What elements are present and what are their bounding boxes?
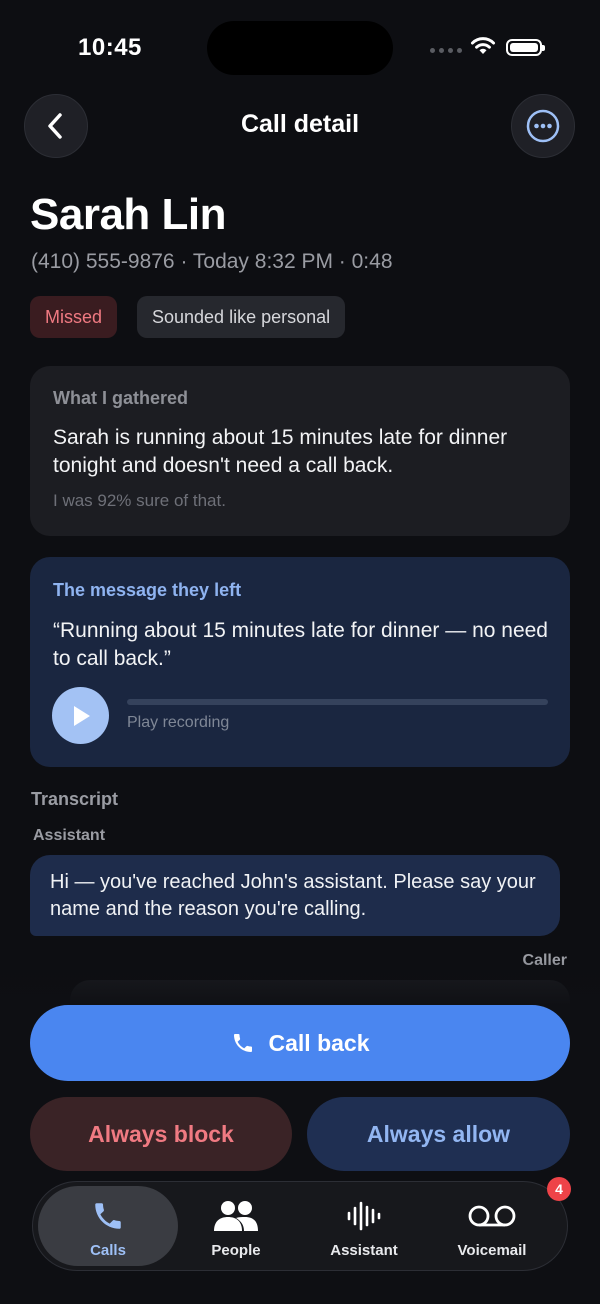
- dynamic-island: [207, 21, 393, 75]
- playback-progress-bar[interactable]: [127, 699, 548, 705]
- call-meta: (410) 555-9876 · Today 8:32 PM · 0:48: [31, 250, 393, 273]
- tab-people[interactable]: People: [166, 1186, 306, 1266]
- summary-text: Sarah is running about 15 minutes late f…: [53, 426, 508, 477]
- contact-name: Sarah Lin: [30, 190, 227, 239]
- tab-bar: Calls People Assistant Voicemail 4: [32, 1177, 571, 1271]
- always-allow-button[interactable]: Always allow: [307, 1097, 570, 1171]
- category-badge: Sounded like personal: [137, 296, 346, 338]
- assistant-message-bubble: Hi — you've reached John's assistant. Pl…: [30, 855, 560, 936]
- tab-assistant-label: Assistant: [330, 1242, 398, 1259]
- phone-icon: [233, 1034, 252, 1052]
- missed-badge: Missed: [30, 296, 118, 338]
- tab-calls-label: Calls: [90, 1242, 126, 1259]
- waveform-icon: [346, 1198, 382, 1234]
- tab-people-label: People: [211, 1242, 261, 1259]
- transcript-heading: Transcript: [31, 789, 119, 809]
- ellipsis-circle-icon: [526, 109, 560, 143]
- wifi-icon: [470, 36, 496, 61]
- play-button[interactable]: [52, 687, 109, 744]
- call-back-label: Call back: [268, 1029, 370, 1056]
- play-recording-label: Play recording: [127, 714, 230, 731]
- more-options-button[interactable]: [511, 94, 575, 158]
- page-title: Call detail: [240, 110, 360, 138]
- battery-icon: [506, 39, 545, 56]
- tab-voicemail-label: Voicemail: [457, 1242, 527, 1259]
- voicemail-icon: [466, 1198, 518, 1234]
- voicemail-label: The message they left: [53, 580, 242, 600]
- people-icon: [212, 1198, 260, 1234]
- play-icon: [73, 705, 90, 726]
- assistant-speaker-label: Assistant: [33, 827, 106, 844]
- tab-voicemail[interactable]: Voicemail 4: [422, 1177, 571, 1266]
- call-back-button[interactable]: Call back: [30, 1005, 570, 1081]
- voicemail-count-badge: 4: [547, 1177, 571, 1201]
- summary-label: What I gathered: [53, 388, 189, 408]
- cellular-signal-icon: [430, 48, 462, 53]
- voicemail-card: The message they left “Running about 15 …: [30, 557, 570, 767]
- tab-calls[interactable]: Calls: [38, 1186, 178, 1266]
- tab-assistant[interactable]: Assistant: [294, 1186, 434, 1266]
- summary-card: What I gathered Sarah is running about 1…: [30, 366, 570, 536]
- always-block-button[interactable]: Always block: [30, 1097, 292, 1171]
- voicemail-quote: “Running about 15 minutes late for dinne…: [53, 619, 548, 670]
- phone-icon: [91, 1198, 125, 1234]
- status-time: 10:45: [78, 34, 142, 61]
- confidence-text: I was 92% sure of that.: [53, 491, 226, 510]
